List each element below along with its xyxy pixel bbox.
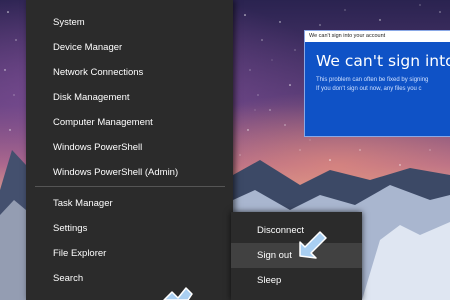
dialog-title: We can't sign into your account bbox=[305, 31, 450, 42]
menu-item-windows-powershell-admin[interactable]: Windows PowerShell (Admin) bbox=[26, 160, 233, 185]
menu-item-settings[interactable]: Settings bbox=[26, 216, 233, 241]
menu-item-disk-management[interactable]: Disk Management bbox=[26, 85, 233, 110]
pointer-arrow-icon bbox=[163, 287, 193, 300]
menu-item-windows-powershell[interactable]: Windows PowerShell bbox=[26, 135, 233, 160]
menu-separator bbox=[35, 186, 225, 187]
menu-item-computer-management[interactable]: Computer Management bbox=[26, 110, 233, 135]
error-dialog: We can't sign into your account We can't… bbox=[304, 30, 450, 137]
winx-quick-link-menu: System Device Manager Network Connection… bbox=[26, 0, 233, 300]
menu-item-file-explorer[interactable]: File Explorer bbox=[26, 241, 233, 266]
dialog-body-line-1: This problem can often be fixed by signi… bbox=[316, 77, 429, 83]
menu-item-device-manager[interactable]: Device Manager bbox=[26, 35, 233, 60]
menu-item-search[interactable]: Search bbox=[26, 266, 233, 291]
dialog-body-line-2: If you don't sign out now, any files you… bbox=[316, 86, 422, 92]
dialog-heading: We can't sign into your bbox=[316, 52, 450, 70]
submenu-item-sleep[interactable]: Sleep bbox=[231, 268, 362, 293]
menu-item-system[interactable]: System bbox=[26, 10, 233, 35]
menu-item-network-connections[interactable]: Network Connections bbox=[26, 60, 233, 85]
pointer-arrow-icon bbox=[299, 231, 327, 259]
menu-item-task-manager[interactable]: Task Manager bbox=[26, 191, 233, 216]
